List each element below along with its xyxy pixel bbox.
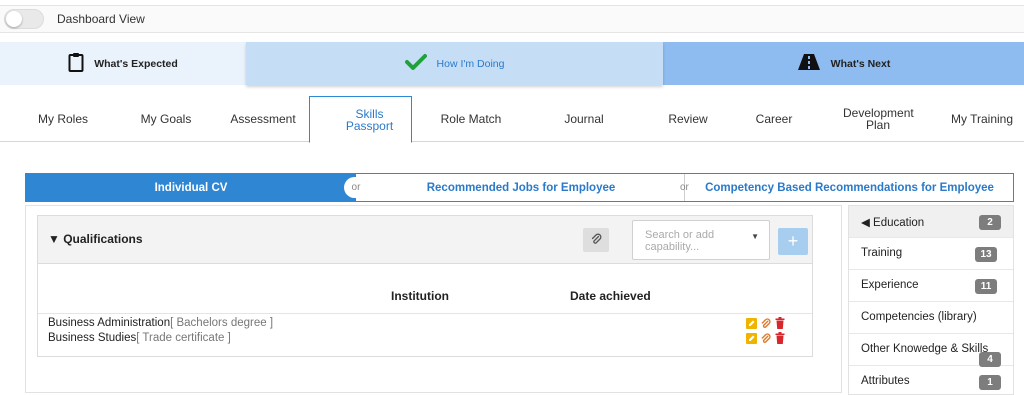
- stage-label: What's Expected: [94, 57, 178, 70]
- sidebar-item-competencies[interactable]: Competencies (library): [849, 302, 1013, 334]
- competency-recommendations-option[interactable]: Competency Based Recommendations for Emp…: [686, 174, 1013, 201]
- paperclip-icon[interactable]: [760, 332, 771, 344]
- qualifications-table-header: Institution Date achieved: [38, 264, 812, 314]
- count-badge: 1: [979, 375, 1001, 390]
- qualification-type: [ Bachelors degree ]: [170, 317, 274, 329]
- tab-career[interactable]: Career: [740, 96, 808, 142]
- stage-whats-expected[interactable]: What's Expected: [0, 42, 246, 85]
- road-icon: [797, 53, 821, 74]
- sidebar-item-label: Competencies (library): [861, 311, 977, 323]
- add-capability-button[interactable]: +: [778, 228, 808, 255]
- sidebar-item-training[interactable]: Training 13: [849, 238, 1013, 270]
- row-actions: [746, 317, 785, 329]
- table-row: Business Administration[ Bachelors degre…: [48, 317, 273, 329]
- paperclip-icon[interactable]: [760, 317, 771, 329]
- dashboard-view-label: Dashboard View: [57, 12, 145, 26]
- or-separator: or: [680, 182, 689, 193]
- sidebar-item-label: Other Knowedge & Skills: [861, 343, 989, 355]
- dashboard-view-bar: Dashboard View: [0, 5, 1024, 33]
- clipboard-icon: [68, 52, 84, 75]
- tab-role-match[interactable]: Role Match: [430, 96, 512, 142]
- qualification-type: [ Trade certificate ]: [136, 332, 231, 344]
- trash-icon[interactable]: [774, 317, 785, 329]
- tab-journal[interactable]: Journal: [544, 96, 624, 142]
- paperclip-icon: [590, 233, 602, 248]
- sidebar-item-label: Experience: [861, 279, 919, 291]
- stage-how-im-doing[interactable]: How I'm Doing: [246, 42, 663, 85]
- dashboard-view-toggle[interactable]: [4, 9, 44, 29]
- sidebar-item-label: ◀ Education: [861, 217, 925, 229]
- or-separator: or: [344, 177, 368, 198]
- capability-search-select[interactable]: Search or add capability... ▼: [632, 220, 770, 260]
- count-badge: 13: [975, 247, 997, 262]
- sidebar-item-attributes[interactable]: Attributes 1: [849, 366, 1013, 395]
- caret-down-icon: ▼: [751, 232, 759, 241]
- section-nav: My Roles My Goals Assessment Skills Pass…: [0, 96, 1024, 143]
- sidebar-item-label: Training: [861, 247, 903, 259]
- sidebar-item-experience[interactable]: Experience 11: [849, 270, 1013, 302]
- tab-label: Development Plan: [843, 106, 914, 132]
- tab-development-plan[interactable]: Development Plan: [836, 96, 920, 142]
- attachment-button[interactable]: [583, 228, 609, 252]
- toggle-knob: [6, 11, 22, 27]
- qualifications-title[interactable]: ▼ Qualifications: [48, 232, 143, 246]
- stage-whats-next[interactable]: What's Next: [663, 42, 1024, 85]
- tab-skills-passport[interactable]: Skills Passport: [309, 96, 412, 143]
- count-badge: 4: [979, 352, 1001, 367]
- sidebar-item-label: Attributes: [861, 375, 910, 387]
- qualifications-header: ▼ Qualifications Search or add capabilit…: [38, 216, 812, 264]
- qualifications-panel: ▼ Qualifications Search or add capabilit…: [37, 215, 813, 357]
- trash-icon[interactable]: [774, 332, 785, 344]
- tab-review[interactable]: Review: [652, 96, 724, 142]
- individual-cv-option[interactable]: Individual CV: [26, 174, 356, 201]
- stage-label: What's Next: [830, 57, 891, 70]
- column-header-date-achieved: Date achieved: [570, 289, 651, 303]
- count-badge: 2: [979, 215, 1001, 230]
- recommended-jobs-option[interactable]: Recommended Jobs for Employee: [356, 174, 686, 201]
- tab-my-roles[interactable]: My Roles: [22, 96, 104, 142]
- qualification-name: Business Administration: [48, 317, 171, 329]
- stage-tabs: What's Expected How I'm Doing What's Nex…: [0, 42, 1024, 85]
- cv-selector: Individual CV or Recommended Jobs for Em…: [25, 173, 1014, 202]
- column-header-institution: Institution: [391, 289, 449, 303]
- tab-label: Skills Passport: [345, 106, 394, 133]
- tab-assessment[interactable]: Assessment: [222, 96, 304, 142]
- tab-my-goals[interactable]: My Goals: [126, 96, 206, 142]
- table-row: Business Studies[ Trade certificate ]: [48, 332, 231, 344]
- sidebar-item-education[interactable]: ◀ Education 2: [849, 206, 1013, 238]
- row-actions: [746, 332, 785, 344]
- cv-sections-sidebar: ◀ Education 2 Training 13 Experience 11 …: [848, 205, 1014, 395]
- tab-my-training[interactable]: My Training: [944, 96, 1020, 142]
- edit-icon[interactable]: [746, 332, 757, 344]
- stage-label: How I'm Doing: [436, 57, 505, 70]
- check-icon: [404, 53, 427, 74]
- edit-icon[interactable]: [746, 317, 757, 329]
- qualification-name: Business Studies: [48, 332, 137, 344]
- sidebar-item-other-knowledge[interactable]: Other Knowedge & Skills 4: [849, 334, 1013, 367]
- count-badge: 11: [975, 279, 997, 294]
- capability-placeholder: Search or add capability...: [645, 229, 715, 253]
